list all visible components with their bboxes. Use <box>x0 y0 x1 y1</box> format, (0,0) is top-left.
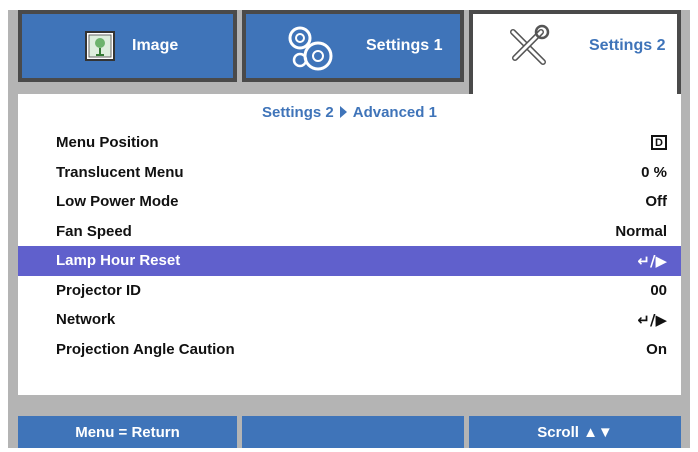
menu-item-label: Network <box>56 311 116 329</box>
enter-icon: ↵/▶ <box>637 310 667 329</box>
tab-image[interactable]: Image <box>18 10 237 82</box>
menu-item-projector-id[interactable]: Projector ID 00 <box>18 276 681 306</box>
menu-item-projection-angle-caution[interactable]: Projection Angle Caution On <box>18 335 681 365</box>
breadcrumb-parent: Settings 2 <box>262 104 334 121</box>
menu-item-value: On <box>646 340 667 358</box>
image-icon <box>78 24 122 68</box>
menu-item-lamp-hour-reset[interactable]: Lamp Hour Reset ↵/▶ <box>18 246 681 276</box>
tools-icon <box>503 22 553 72</box>
menu-item-label: Lamp Hour Reset <box>56 252 181 270</box>
menu-item-label: Projection Angle Caution <box>56 340 235 358</box>
menu-item-label: Projector ID <box>56 281 142 299</box>
tab-settings-2-label: Settings 2 <box>589 37 666 54</box>
menu-item-label: Translucent Menu <box>56 163 184 181</box>
menu-item-fan-speed[interactable]: Fan Speed Normal <box>18 217 681 247</box>
footer-scroll: Scroll ▲▼ <box>469 416 681 448</box>
menu-item-value: 0 % <box>641 163 667 181</box>
breadcrumb-current: Advanced 1 <box>352 104 437 121</box>
tab-settings-1-label: Settings 1 <box>366 37 443 54</box>
footer-middle <box>242 416 464 448</box>
tab-image-label: Image <box>132 37 179 54</box>
menu-list: Menu Position D Translucent Menu 0 % Low… <box>18 128 681 364</box>
footer-menu-return: Menu = Return <box>18 416 237 448</box>
menu-item-value: 00 <box>650 281 667 299</box>
menu-item-label: Fan Speed <box>56 222 132 240</box>
gears-icon <box>282 22 342 74</box>
menu-position-icon: D <box>651 135 667 151</box>
menu-item-low-power-mode[interactable]: Low Power Mode Off <box>18 187 681 217</box>
menu-item-label: Low Power Mode <box>56 193 179 211</box>
tab-settings-1[interactable]: Settings 1 <box>242 10 464 82</box>
tab-settings-2[interactable]: Settings 2 <box>469 10 681 104</box>
menu-panel: Settings 2 Advanced 1 Menu Position D Tra… <box>18 94 681 395</box>
menu-item-value: Off <box>645 193 667 211</box>
menu-item-network[interactable]: Network ↵/▶ <box>18 305 681 335</box>
menu-item-label: Menu Position <box>56 134 159 152</box>
menu-item-translucent-menu[interactable]: Translucent Menu 0 % <box>18 158 681 188</box>
breadcrumb-arrow-icon <box>339 106 347 118</box>
enter-icon: ↵/▶ <box>637 251 667 270</box>
breadcrumb: Settings 2 Advanced 1 <box>18 104 681 121</box>
menu-item-value: Normal <box>615 222 667 240</box>
menu-item-menu-position[interactable]: Menu Position D <box>18 128 681 158</box>
